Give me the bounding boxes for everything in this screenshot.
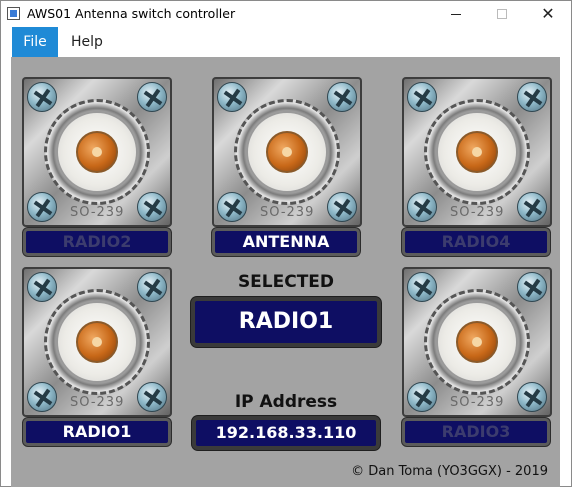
screw-icon [27, 82, 57, 112]
minimize-button[interactable] [433, 1, 479, 27]
connector-pin-center [282, 147, 292, 157]
menu-help[interactable]: Help [61, 27, 113, 57]
screw-icon [27, 272, 57, 302]
screw-icon [137, 272, 167, 302]
close-icon: ✕ [541, 4, 555, 23]
connector-stamp: SO-239 [450, 395, 505, 410]
window-title: AWS01 Antenna switch controller [27, 6, 236, 21]
radio4-button[interactable]: RADIO4 [402, 228, 550, 256]
connector-radio1[interactable]: SO-239 [22, 267, 172, 417]
screw-icon [517, 272, 547, 302]
antenna-button[interactable]: ANTENNA [212, 228, 360, 256]
connector-stamp: SO-239 [450, 205, 505, 220]
connector-pin-center [92, 147, 102, 157]
close-button[interactable]: ✕ [525, 1, 571, 27]
screw-icon [217, 82, 247, 112]
connector-stamp: SO-239 [70, 395, 125, 410]
screw-icon [327, 192, 357, 222]
minimize-icon [451, 13, 461, 15]
maximize-icon [497, 9, 507, 19]
connector-radio3[interactable]: SO-239 [402, 267, 552, 417]
radio3-button[interactable]: RADIO3 [402, 418, 550, 446]
connector-pin-center [472, 337, 482, 347]
screw-icon [407, 272, 437, 302]
screw-icon [517, 82, 547, 112]
selected-display: RADIO1 [191, 297, 381, 347]
connector-stamp: SO-239 [260, 205, 315, 220]
connector-radio4[interactable]: SO-239 [402, 77, 552, 227]
screw-icon [137, 82, 167, 112]
screw-icon [27, 382, 57, 412]
ip-display: 192.168.33.110 [192, 416, 380, 450]
app-icon [7, 7, 20, 20]
screw-icon [407, 82, 437, 112]
screw-icon [327, 82, 357, 112]
switch-panel: SO-239 RADIO2 SO-239 ANTENNA SO-239 RADI… [11, 57, 560, 487]
connector-stamp: SO-239 [70, 205, 125, 220]
menu-bar: File Help [1, 27, 571, 57]
screw-icon [407, 382, 437, 412]
maximize-button[interactable] [479, 1, 525, 27]
radio2-button[interactable]: RADIO2 [23, 228, 171, 256]
title-bar[interactable]: AWS01 Antenna switch controller ✕ [1, 1, 571, 27]
screw-icon [517, 192, 547, 222]
screw-icon [137, 382, 167, 412]
menu-file[interactable]: File [12, 27, 58, 57]
connector-pin-center [472, 147, 482, 157]
screw-icon [217, 192, 247, 222]
ip-heading: IP Address [234, 392, 338, 412]
screw-icon [137, 192, 167, 222]
connector-antenna[interactable]: SO-239 [212, 77, 362, 227]
screw-icon [407, 192, 437, 222]
connector-radio2[interactable]: SO-239 [22, 77, 172, 227]
screw-icon [517, 382, 547, 412]
screw-icon [27, 192, 57, 222]
app-window: AWS01 Antenna switch controller ✕ File H… [0, 0, 572, 487]
selected-heading: SELECTED [237, 272, 335, 292]
radio1-button[interactable]: RADIO1 [23, 418, 171, 446]
copyright-text: © Dan Toma (YO3GGX) - 2019 [351, 464, 548, 479]
connector-pin-center [92, 337, 102, 347]
